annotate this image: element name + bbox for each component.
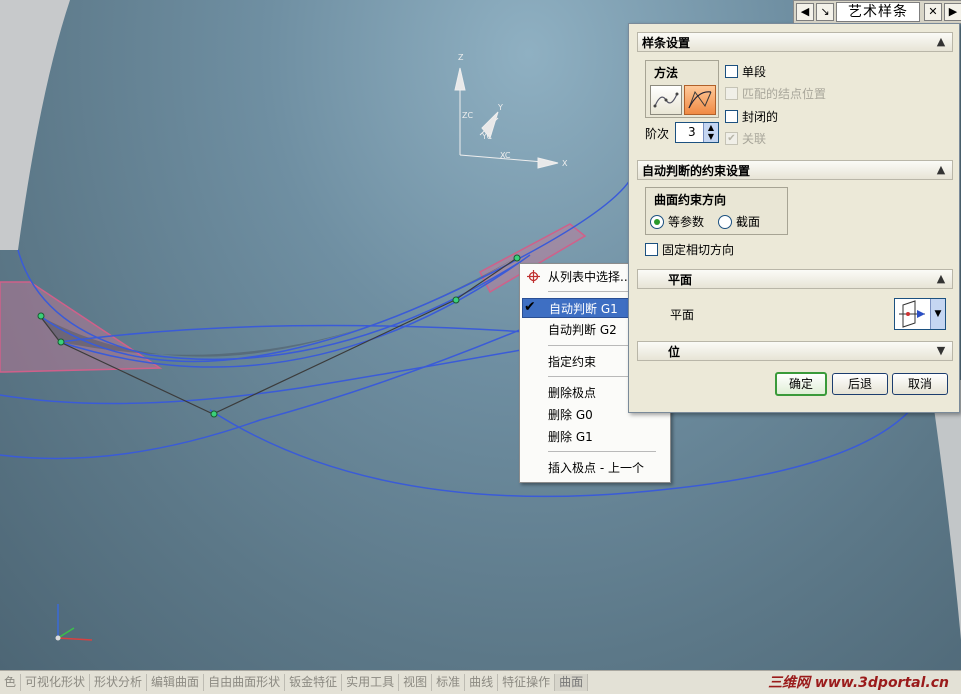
single-segment-checkbox[interactable]: 单段 bbox=[725, 63, 766, 80]
axis-xc-label: XC bbox=[500, 151, 511, 160]
cancel-button[interactable]: 取消 bbox=[892, 373, 948, 395]
method-group-title: 方法 bbox=[654, 66, 679, 80]
menu-separator bbox=[548, 451, 656, 452]
axis-x-label: X bbox=[562, 159, 568, 168]
axis-zc-label: ZC bbox=[462, 111, 473, 120]
toolbar-tab[interactable]: 钣金特征 bbox=[285, 674, 343, 691]
expand-chevron-icon[interactable]: ▼ bbox=[933, 343, 949, 359]
toolbar-tab[interactable]: 形状分析 bbox=[90, 674, 148, 691]
plane-label: 平面 bbox=[670, 308, 695, 322]
degree-spinner[interactable]: 3 ▲ ▼ bbox=[675, 122, 719, 143]
method-group: 方法 bbox=[645, 60, 719, 118]
section-title: 样条设置 bbox=[642, 36, 691, 50]
dropdown-arrow-icon[interactable]: ▼ bbox=[930, 299, 945, 329]
axis-y-label: Y bbox=[497, 103, 503, 112]
check-icon: ✔ bbox=[524, 299, 536, 315]
collapse-chevron-icon[interactable]: ▲ bbox=[933, 162, 949, 178]
toolbar-tab[interactable]: 标准 bbox=[432, 674, 466, 691]
spinner-arrows-icon[interactable]: ▲ ▼ bbox=[703, 123, 718, 142]
section-header-constraint-settings[interactable]: 自动判断的约束设置 ▲ bbox=[637, 160, 953, 180]
iso-param-radio[interactable]: 等参数 bbox=[650, 213, 704, 230]
dialog-title: 艺术样条 bbox=[836, 2, 920, 22]
match-knots-checkbox: 匹配的结点位置 bbox=[725, 85, 826, 102]
collapse-chevron-icon[interactable]: ▲ bbox=[933, 34, 949, 50]
toolbar-tab[interactable]: 自由曲面形状 bbox=[204, 674, 286, 691]
toolbar-tab[interactable]: 编辑曲面 bbox=[147, 674, 205, 691]
section-title: 平面 bbox=[668, 273, 693, 287]
toolbar-tab[interactable]: 特征操作 bbox=[498, 674, 556, 691]
section-title: 位 bbox=[668, 345, 681, 359]
collapse-chevron-icon[interactable]: ▲ bbox=[933, 271, 949, 287]
chevron-right-icon[interactable]: ▶ bbox=[944, 3, 961, 21]
surface-edge-left bbox=[0, 0, 70, 250]
menu-item-insert-pole-previous[interactable]: 插入极点 - 上一个 bbox=[522, 458, 666, 478]
section-title: 自动判断的约束设置 bbox=[642, 164, 751, 178]
close-icon[interactable]: ✕ bbox=[924, 3, 942, 21]
toolbar-tab-active[interactable]: 曲面 bbox=[555, 674, 589, 691]
watermark: 三维网 www.3dportal.cn bbox=[768, 675, 949, 691]
plane-icon bbox=[899, 300, 925, 328]
associative-checkbox: ✔ 关联 bbox=[725, 130, 766, 147]
degree-value: 3 bbox=[688, 125, 696, 139]
reset-arrow-icon[interactable]: ↘ bbox=[816, 3, 834, 21]
section-radio[interactable]: 截面 bbox=[718, 213, 760, 230]
closed-checkbox[interactable]: 封闭的 bbox=[725, 108, 778, 125]
fixed-tangent-checkbox[interactable]: 固定相切方向 bbox=[645, 241, 734, 258]
menu-item-delete-g1[interactable]: 删除 G1 bbox=[522, 427, 666, 447]
art-spline-dialog: 样条设置 ▲ 方法 单段 匹配的结点位置 封闭的 ✔ 关联 阶次 3 ▲ ▼ 自动判… bbox=[628, 23, 960, 413]
by-poles-button[interactable] bbox=[684, 85, 716, 115]
surface-group-title: 曲面约束方向 bbox=[654, 193, 727, 207]
degree-label: 阶次 bbox=[645, 127, 670, 141]
section-header-spline-settings[interactable]: 样条设置 ▲ bbox=[637, 32, 953, 52]
toolbar-tab[interactable]: 视图 bbox=[399, 674, 433, 691]
toolbar-tab[interactable]: 实用工具 bbox=[342, 674, 400, 691]
section-header-plane[interactable]: 平面 ▲ bbox=[637, 269, 953, 289]
plane-left bbox=[0, 281, 163, 373]
surface-edge-right bbox=[930, 380, 961, 640]
through-points-icon bbox=[653, 92, 679, 108]
back-button[interactable]: 后退 bbox=[832, 373, 888, 395]
through-points-button[interactable] bbox=[650, 85, 682, 115]
by-poles-icon bbox=[688, 90, 712, 109]
surface-constraint-group: 曲面约束方向 等参数 截面 bbox=[645, 187, 788, 235]
dialog-titlebar[interactable]: ◀ ↘ 艺术样条 ✕ ▶ bbox=[793, 0, 961, 24]
toolbar-tab[interactable]: 可视化形状 bbox=[21, 674, 91, 691]
axis-yc-label: YC bbox=[481, 132, 492, 141]
absolute-triad bbox=[55, 604, 93, 641]
section-header-position[interactable]: 位 ▼ bbox=[637, 341, 953, 361]
plane-selector[interactable]: ▼ bbox=[894, 298, 946, 330]
toolbar-tab[interactable]: 曲线 bbox=[465, 674, 499, 691]
ok-button[interactable]: 确定 bbox=[775, 372, 827, 396]
toolbar-tab[interactable]: 色 bbox=[0, 674, 22, 691]
axis-z-label: Z bbox=[458, 53, 464, 62]
chevron-left-icon[interactable]: ◀ bbox=[796, 3, 814, 21]
